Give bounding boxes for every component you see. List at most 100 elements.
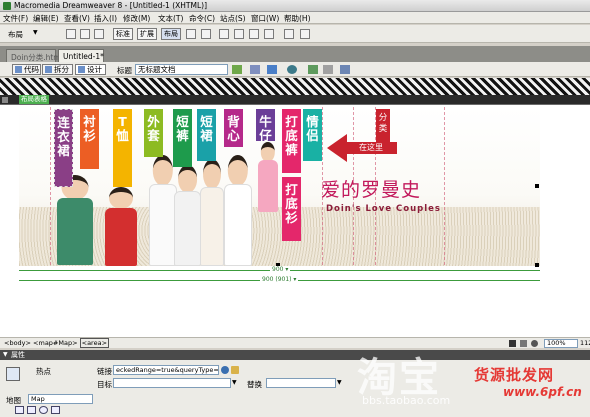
alt-select[interactable] (266, 378, 336, 388)
collapse-icon[interactable]: ▼ (3, 350, 8, 360)
target-select[interactable] (113, 378, 231, 388)
zoom-select[interactable]: 100% (544, 339, 578, 348)
watermark-url: bbs.taobao.com (362, 394, 451, 407)
table-column-icon[interactable] (234, 29, 244, 39)
insert-category-label[interactable]: 布局 (8, 29, 23, 40)
tabular-data-icon[interactable] (300, 29, 310, 39)
menu-bar: 文件(F) 编辑(E) 查看(V) 插入(I) 修改(M) 文本(T) 命令(C… (0, 12, 590, 24)
chevron-down-icon[interactable]: ▼ (232, 379, 237, 386)
chevron-down-icon[interactable]: ▼ (337, 379, 342, 386)
check-browser-icon[interactable] (232, 65, 242, 74)
view-options-icon[interactable] (323, 65, 333, 74)
layout-table-tab[interactable]: 布局表格 (19, 95, 49, 104)
menu-view[interactable]: 查看(V) (64, 13, 90, 24)
tab-doin-category[interactable]: Doin分类.html (6, 49, 63, 62)
brand-title-cn: 爱的罗曼史 (321, 179, 422, 201)
polygon-hotspot-icon[interactable] (51, 406, 60, 414)
design-canvas[interactable]: 连衣裙 衬衫 T恤 外套 短裤 短裙 背心 牛仔 打底裤 情侣 打底衫 在这里 … (0, 105, 590, 337)
chevron-down-icon[interactable]: ▼ (33, 29, 38, 36)
split-view-button[interactable]: 拆分 (42, 64, 73, 75)
tag-selector: <body> <map#Map> <area> (4, 338, 110, 348)
point-to-file-icon[interactable] (221, 366, 229, 374)
map-name-input[interactable]: Map (28, 394, 93, 404)
menu-window[interactable]: 窗口(W) (251, 13, 279, 24)
menu-site[interactable]: 站点(S) (220, 13, 246, 24)
resize-handle[interactable] (535, 263, 539, 267)
frameset-icon[interactable] (284, 29, 294, 39)
model-head (152, 155, 174, 187)
pointer-hotspot-icon[interactable] (15, 406, 24, 414)
circle-hotspot-icon[interactable] (39, 406, 48, 414)
category-bar-denim[interactable]: 牛仔 (256, 109, 275, 143)
properties-panel-header[interactable]: ▼ 属性 (0, 350, 590, 360)
brand-title-en: Doin's Love Couples (326, 204, 441, 214)
category-bar-skirts[interactable]: 短裙 (197, 109, 216, 161)
menu-modify[interactable]: 修改(M) (123, 13, 150, 24)
category-bar-shirts[interactable]: 衬衫 (80, 109, 99, 169)
menu-commands[interactable]: 命令(C) (189, 13, 215, 24)
preview-browser-icon[interactable] (267, 65, 277, 74)
link-input[interactable]: eckedRange=true&queryType=cat (113, 365, 219, 375)
model-photo (256, 142, 280, 212)
exit-layout-icon[interactable] (2, 97, 8, 103)
layout-mode-strip (0, 78, 590, 95)
arrow-label: 在这里 (345, 142, 397, 154)
layer-icon[interactable] (94, 29, 104, 39)
menu-edit[interactable]: 编辑(E) (33, 13, 59, 24)
category-bar-leggings[interactable]: 打底裤 (282, 109, 301, 173)
cell-width-label[interactable]: 900 (901) ▾ (260, 276, 299, 284)
category-bar-tshirts[interactable]: T恤 (113, 109, 132, 187)
iframe-icon[interactable] (264, 29, 274, 39)
category-bar-dresses[interactable]: 连衣裙 (54, 109, 73, 187)
zoom-tool-icon[interactable] (531, 340, 538, 347)
window-title: Macromedia Dreamweaver 8 - [Untitled-1 (… (14, 1, 208, 10)
layout-table-icon[interactable] (186, 29, 196, 39)
category-label: 外套 (147, 114, 160, 143)
model-head (109, 187, 133, 210)
frames-icon[interactable] (249, 29, 259, 39)
pointer-tool-icon[interactable] (509, 340, 516, 347)
page-title-input[interactable]: 无标题文档 (135, 64, 228, 75)
category-label: 连衣裙 (57, 115, 70, 158)
menu-help[interactable]: 帮助(H) (284, 13, 311, 24)
resize-handle[interactable] (535, 184, 539, 188)
category-bar-base-tops[interactable]: 打底衫 (282, 177, 301, 241)
category-bar-vests[interactable]: 背心 (224, 109, 243, 147)
layout-cell-icon[interactable] (201, 29, 211, 39)
code-view-button[interactable]: 代码 (12, 64, 41, 75)
file-management-icon[interactable] (250, 65, 260, 74)
category-label: 打底裤 (285, 114, 298, 157)
layout-mode-button[interactable]: 布局 (161, 28, 181, 40)
globe-icon[interactable] (287, 65, 297, 74)
category-bar-shorts[interactable]: 短裤 (173, 109, 192, 167)
menu-insert[interactable]: 插入(I) (94, 13, 117, 24)
table-icon[interactable] (66, 29, 76, 39)
category-label: 背心 (227, 114, 240, 143)
tag-map[interactable]: <map#Map> (33, 339, 78, 347)
banner-image[interactable]: 连衣裙 衬衫 T恤 外套 短裤 短裙 背心 牛仔 打底裤 情侣 打底衫 在这里 … (19, 107, 540, 266)
tag-body[interactable]: <body> (4, 339, 31, 347)
table-row-icon[interactable] (219, 29, 229, 39)
tag-area[interactable]: <area> (79, 338, 110, 348)
split-view-icon (45, 66, 52, 73)
design-view-button[interactable]: 设计 (75, 64, 106, 75)
window-size[interactable]: 112 (580, 339, 590, 347)
table-width-label[interactable]: 900 ▾ (270, 266, 291, 274)
category-bar-couples[interactable]: 情侣 (303, 109, 322, 161)
expanded-mode-button[interactable]: 扩展 (137, 28, 157, 40)
status-bar: <body> <map#Map> <area> 100% 112 (0, 337, 590, 348)
tab-untitled-1[interactable]: Untitled-1* (58, 49, 104, 62)
browse-folder-icon[interactable] (231, 366, 239, 374)
hotspot-divider (444, 107, 445, 266)
menu-file[interactable]: 文件(F) (3, 13, 28, 24)
category-bar-coats[interactable]: 外套 (144, 109, 163, 157)
arrow-left-icon (327, 134, 347, 162)
visual-aids-icon[interactable] (340, 65, 350, 74)
alt-label: 替换 (247, 380, 262, 389)
hand-tool-icon[interactable] (520, 340, 527, 347)
rectangle-hotspot-icon[interactable] (27, 406, 36, 414)
div-icon[interactable] (80, 29, 90, 39)
refresh-icon[interactable] (308, 65, 318, 74)
menu-text[interactable]: 文本(T) (158, 13, 183, 24)
standard-mode-button[interactable]: 标准 (113, 28, 133, 40)
